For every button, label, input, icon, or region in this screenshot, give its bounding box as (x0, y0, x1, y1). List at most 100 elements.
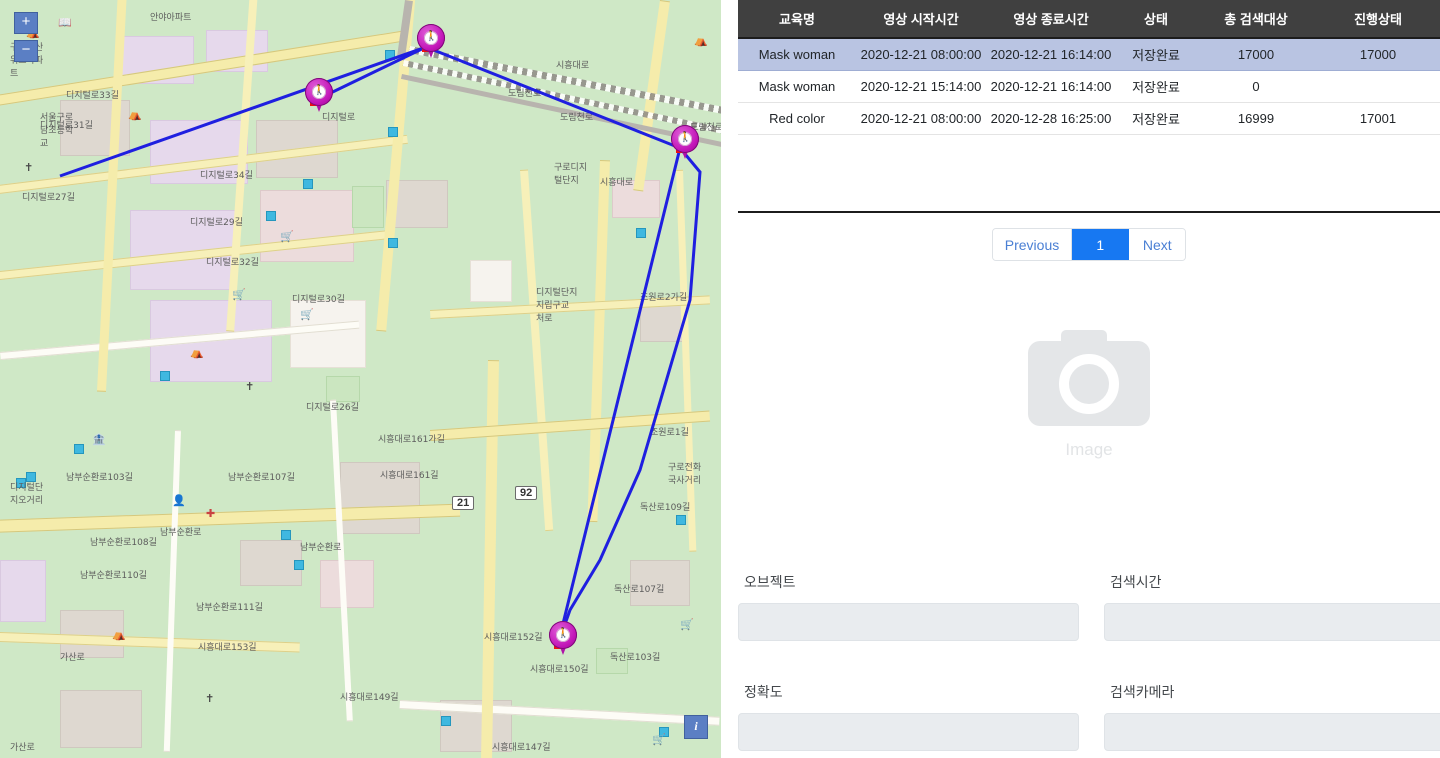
cell-prog (1316, 70, 1440, 103)
column-header-start[interactable]: 영상 시작시간 (856, 0, 986, 39)
cell-total: 0 (1196, 70, 1316, 103)
camera-icon (1028, 330, 1150, 426)
table-row[interactable]: Mask woman 2020-12-21 08:00:00 2020-12-21 … (738, 38, 1440, 71)
temple-icon: ⛺ (112, 629, 126, 641)
poi-marker[interactable] (26, 472, 36, 482)
poi-marker[interactable] (266, 211, 276, 221)
table-row[interactable]: Red color 2020-12-21 08:00:00 2020-12-28 1… (738, 102, 1440, 135)
track-marker-1[interactable]: 🚶 (417, 24, 445, 60)
field-search-time: 검색시간 (1104, 572, 1440, 682)
pagination[interactable]: Previous 1 Next (738, 228, 1440, 261)
column-header-prog[interactable]: 진행상태 (1316, 0, 1440, 39)
track-marker-4[interactable]: 🚶 (549, 621, 577, 657)
person-glyph-icon: 🚶 (679, 132, 692, 143)
pagination-page-1[interactable]: 1 (1072, 229, 1130, 260)
map-block (352, 186, 384, 228)
map-block (320, 560, 374, 608)
pagination-group[interactable]: Previous 1 Next (991, 228, 1187, 261)
input-accuracy[interactable] (738, 713, 1079, 751)
label-search-time: 검색시간 (1110, 575, 1162, 591)
cell-state: 저장완료 (1116, 102, 1196, 135)
map-block (596, 648, 628, 674)
map-block (60, 690, 142, 748)
poi-marker[interactable] (303, 179, 313, 189)
zoom-in-button[interactable]: + (14, 12, 38, 34)
shop-icon: 🛒 (652, 734, 666, 746)
temple-icon: ⛺ (128, 109, 142, 121)
poi-marker[interactable] (388, 238, 398, 248)
cell-start: 2020-12-21 08:00:00 (856, 102, 986, 135)
zoom-out-button[interactable]: − (14, 40, 38, 62)
label-search-camera: 검색카메라 (1110, 685, 1175, 701)
map-block (630, 560, 690, 606)
label-accuracy: 정확도 (744, 685, 783, 701)
poi-marker[interactable] (16, 478, 26, 488)
table-row[interactable]: Mask woman 2020-12-21 15:14:00 2020-12-21 … (738, 70, 1440, 103)
column-header-state[interactable]: 상태 (1116, 0, 1196, 39)
cell-end: 2020-12-21 16:14:00 (986, 70, 1116, 103)
field-object: 오브젝트 (738, 572, 1104, 682)
poi-marker[interactable] (636, 228, 646, 238)
temple-icon: ⛺ (694, 35, 708, 47)
column-header-total[interactable]: 총 검색대상 (1196, 0, 1316, 39)
poi-marker[interactable] (160, 371, 170, 381)
shop-icon: 🛒 (680, 619, 694, 631)
person-glyph-icon: 🚶 (425, 31, 438, 42)
cell-end: 2020-12-28 16:25:00 (986, 102, 1116, 135)
results-table[interactable]: 교육명 영상 시작시간 영상 종료시간 상태 총 검색대상 진행상태 Mask woman… (738, 0, 1440, 135)
cell-prog: 17000 (1316, 38, 1440, 71)
poi-marker[interactable] (385, 50, 395, 60)
person-glyph-icon: 🚶 (313, 85, 326, 96)
input-object[interactable] (738, 603, 1079, 641)
table-header: 교육명 영상 시작시간 영상 종료시간 상태 총 검색대상 진행상태 (738, 0, 1440, 39)
shop-icon: 🛒 (300, 309, 314, 321)
input-search-time[interactable] (1104, 603, 1440, 641)
hospital-icon: ✚ (206, 508, 216, 520)
person-icon: 👤 (172, 495, 186, 507)
cell-prog: 17001 (1316, 102, 1440, 135)
poi-marker[interactable] (281, 530, 291, 540)
map-block (326, 376, 360, 402)
cell-start: 2020-12-21 15:14:00 (856, 70, 986, 103)
image-preview-placeholder: Image (738, 330, 1440, 460)
cell-end: 2020-12-21 16:14:00 (986, 38, 1116, 71)
poi-marker[interactable] (388, 127, 398, 137)
track-marker-3[interactable]: 🚶 (671, 125, 699, 161)
route-shield-21: 21 (452, 496, 475, 510)
results-panel: 교육명 영상 시작시간 영상 종료시간 상태 총 검색대상 진행상태 Mask woman… (738, 0, 1440, 758)
map-block (470, 260, 512, 302)
map-info-button[interactable]: i (684, 715, 708, 739)
poi-marker[interactable] (441, 716, 451, 726)
church-icon: ✝ (24, 162, 34, 174)
bank-icon: 🏦 (92, 434, 106, 446)
track-marker-2[interactable]: 🚶 (305, 78, 333, 114)
cell-start: 2020-12-21 08:00:00 (856, 38, 986, 71)
column-header-name[interactable]: 교육명 (738, 0, 856, 39)
column-header-end[interactable]: 영상 종료시간 (986, 0, 1116, 39)
poi-marker[interactable] (74, 444, 84, 454)
temple-icon: ⛺ (190, 347, 204, 359)
map-block (240, 540, 302, 586)
poi-marker[interactable] (676, 515, 686, 525)
shop-icon: 🛒 (280, 231, 294, 243)
cell-name: Red color (738, 102, 856, 135)
shop-icon: 🛒 (232, 289, 246, 301)
field-search-camera: 검색카메라 (1104, 682, 1440, 758)
pagination-previous-button[interactable]: Previous (992, 229, 1073, 260)
poi-marker[interactable] (294, 560, 304, 570)
table-bottom-rule (738, 211, 1440, 213)
cell-total: 16999 (1196, 102, 1316, 135)
table-body[interactable]: Mask woman 2020-12-21 08:00:00 2020-12-21 … (738, 38, 1440, 135)
label-object: 오브젝트 (744, 575, 796, 591)
map-zoom-control[interactable]: + − (14, 12, 38, 62)
book-icon: 📖 (58, 17, 72, 29)
pagination-next-button[interactable]: Next (1129, 229, 1186, 260)
church-icon: ✝ (245, 381, 255, 393)
map-panel[interactable]: 21 92 ⛺ 📖 ✝ ✝ ✝ ⛺ 🛒 🛒 🏦 ⛺ 👤 ✚ ⛺ 🛒 🛒 ⛺ (0, 0, 721, 758)
input-search-camera[interactable] (1104, 713, 1440, 751)
cell-name: Mask woman (738, 70, 856, 103)
map-block (0, 560, 46, 622)
image-placeholder-caption: Image (1065, 440, 1113, 459)
detail-form[interactable]: 오브젝트 검색시간정확도 검색카메라 (738, 572, 1440, 758)
application-root: 21 92 ⛺ 📖 ✝ ✝ ✝ ⛺ 🛒 🛒 🏦 ⛺ 👤 ✚ ⛺ 🛒 🛒 ⛺ (0, 0, 1440, 758)
